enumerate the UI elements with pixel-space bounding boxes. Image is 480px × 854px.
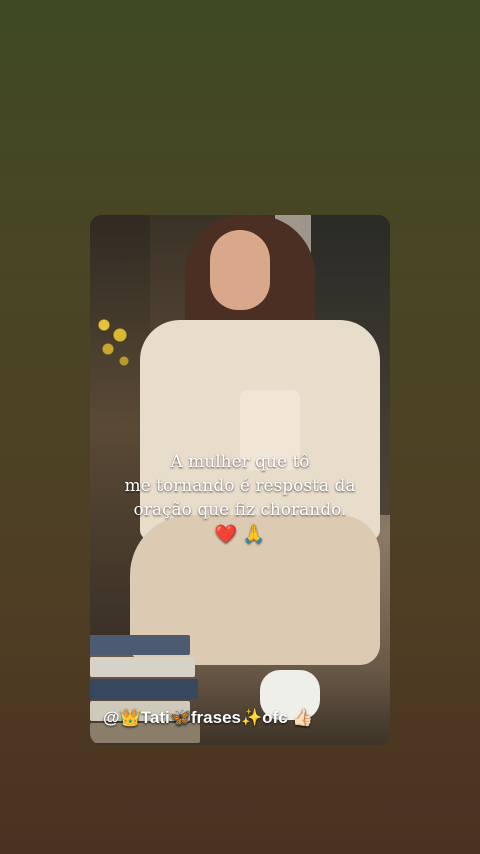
- hand-icon: 👍🏻: [292, 708, 314, 727]
- book: [90, 679, 198, 699]
- butterfly-icon: 🦋: [169, 708, 191, 727]
- quote-text: A mulher que tô me tornando é resposta d…: [90, 450, 390, 548]
- quote-line-2: me tornando é resposta da: [124, 476, 356, 496]
- heart-icon: ❤️: [214, 524, 238, 545]
- handle-at: @: [103, 708, 120, 727]
- handle-word: frases: [190, 708, 241, 727]
- crown-icon: 👑: [119, 708, 141, 727]
- yellow-flowers: [94, 315, 134, 375]
- woman-face: [210, 230, 270, 310]
- handle-name: Tati: [140, 708, 170, 727]
- quote-emojis: ❤️ 🙏: [90, 522, 390, 548]
- praying-hands-icon: 🙏: [242, 524, 266, 545]
- quote-line-1: A mulher que tô: [170, 452, 310, 472]
- book: [90, 635, 190, 655]
- quote-line-3: oração que fiz chorando.: [133, 500, 347, 520]
- handle-suffix: ofc: [262, 708, 288, 727]
- book: [90, 657, 195, 677]
- author-handle: @👑Tati🦋frases✨ofc 👍🏻: [103, 708, 314, 728]
- sparkles-icon: ✨: [241, 708, 263, 727]
